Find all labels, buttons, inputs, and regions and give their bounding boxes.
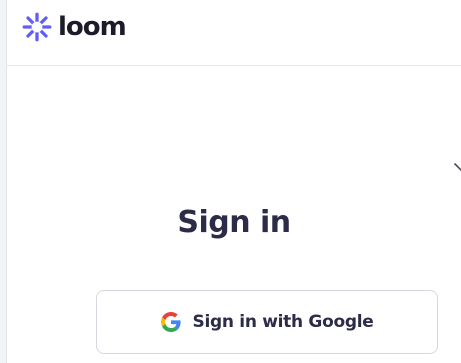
brand-name: loom <box>58 12 127 42</box>
page-title: Sign in <box>177 205 291 240</box>
sign-in-with-google-button[interactable]: Sign in with Google <box>96 290 438 354</box>
google-g-icon <box>160 312 181 332</box>
chevron-icon <box>454 163 461 172</box>
header-bar: loom <box>7 0 461 66</box>
sign-in-page: loom Sign in Sign in with Google <box>6 0 461 363</box>
loom-logo[interactable]: loom <box>22 9 127 45</box>
google-button-label: Sign in with Google <box>192 312 374 332</box>
loom-starburst-icon <box>22 12 52 42</box>
